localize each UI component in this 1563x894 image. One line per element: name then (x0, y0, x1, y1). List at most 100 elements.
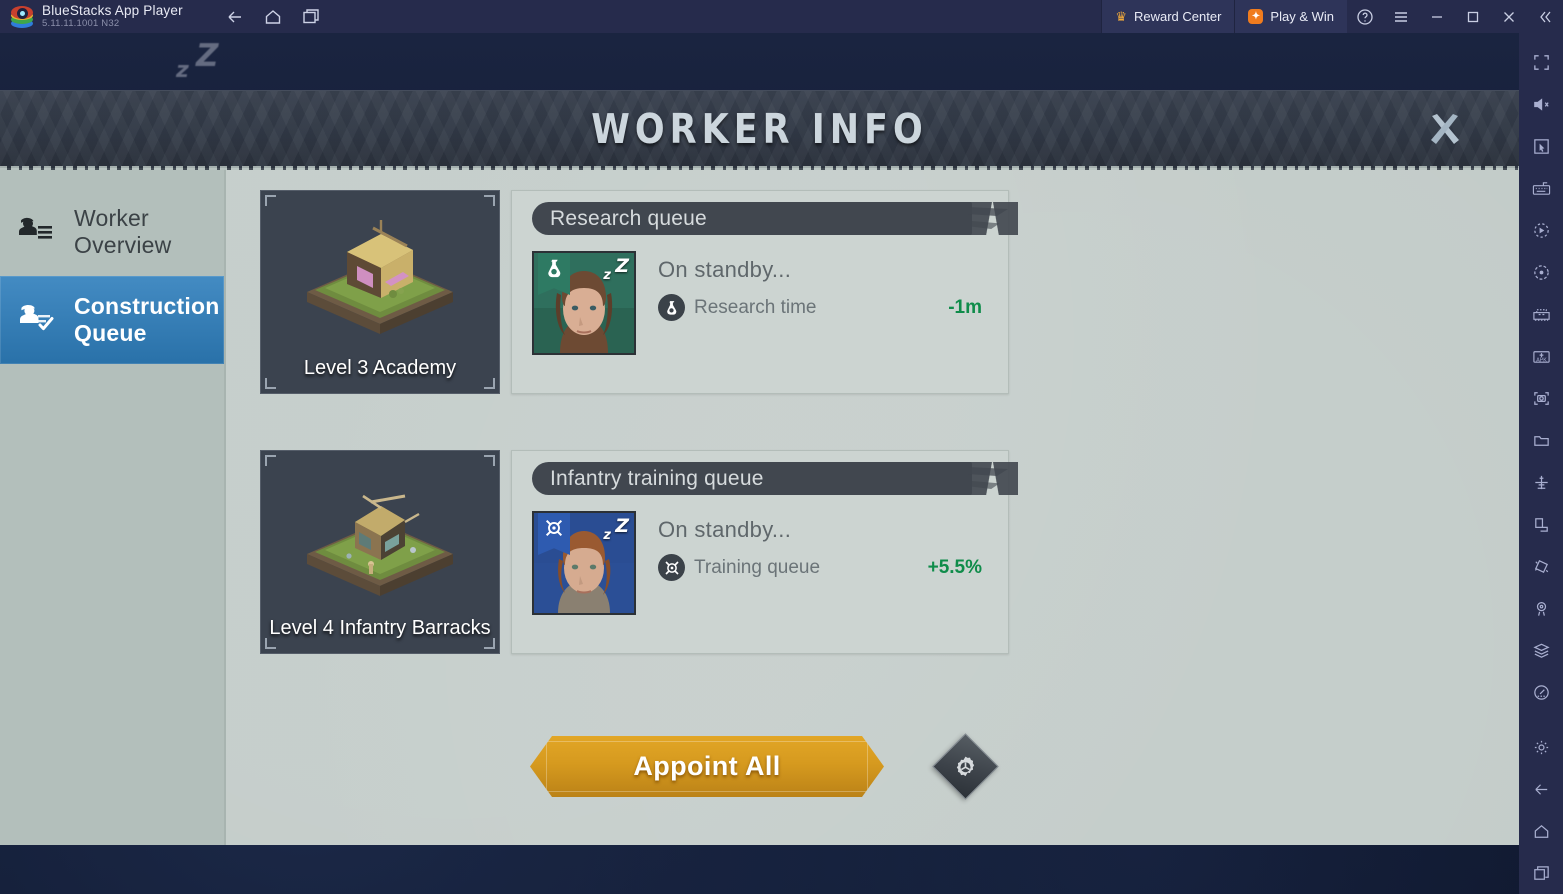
home-button[interactable] (255, 0, 291, 33)
building-card-academy[interactable]: Level 3 Academy (260, 190, 500, 394)
research-flask-glyph (667, 301, 677, 315)
research-flask-icon (548, 259, 561, 278)
svg-text:APK: APK (1536, 357, 1547, 363)
worker-overview-glyph (19, 217, 52, 239)
queue-status: On standby... (658, 517, 792, 542)
panel-sidebar: Worker Overview Construction Queue (0, 168, 226, 845)
panel-content: Level 3 Academy Research queue Z z On st… (226, 168, 1519, 845)
app-title-block: BlueStacks App Player 5.11.11.1001 N32 (42, 3, 183, 30)
close-dialog-button[interactable] (1423, 108, 1467, 152)
bluestacks-logo-icon (11, 5, 33, 28)
trim-memory-button[interactable] (1519, 671, 1563, 713)
queue-title: Infantry training queue (550, 466, 764, 490)
android-home-button[interactable] (1519, 810, 1563, 852)
queue-stat-row: Training queue +5.5% (658, 554, 996, 581)
corner-decoration (484, 638, 495, 649)
sidebar-item-construction-queue[interactable]: Construction Queue (0, 276, 224, 364)
queue-row: Level 3 Academy Research queue Z z On st… (260, 190, 1519, 394)
queue-header-tail (962, 462, 1018, 495)
media-folder-icon (1533, 435, 1549, 446)
worker-overview-icon (14, 209, 60, 255)
recent-apps-icon (1533, 865, 1549, 880)
corner-decoration (484, 378, 495, 389)
queue-stat-label: Research time (694, 296, 817, 318)
fullscreen-icon (1533, 54, 1549, 70)
queue-header: Infantry training queue (532, 462, 1018, 495)
rotate-sync-button[interactable] (1519, 251, 1563, 293)
training-spears-glyph (664, 560, 679, 575)
cursor-pointer-icon (1533, 138, 1549, 154)
fullscreen-button[interactable] (1519, 41, 1563, 83)
back-arrow-icon (228, 11, 241, 22)
location-button[interactable] (1519, 587, 1563, 629)
close-x-icon (1431, 113, 1459, 144)
reward-center-button[interactable]: ♛ Reward Center (1101, 0, 1235, 33)
construction-queue-glyph (20, 304, 54, 331)
training-spears-icon (545, 519, 563, 537)
app-title: BlueStacks App Player (42, 3, 183, 18)
play-win-icon: ✦ (1248, 9, 1264, 24)
back-arrow-icon (1534, 783, 1547, 795)
queue-stat-value: +5.5% (927, 556, 982, 578)
sidebar-item-worker-overview[interactable]: Worker Overview (0, 188, 224, 276)
corner-decoration (265, 638, 276, 649)
shake-button[interactable] (1519, 545, 1563, 587)
help-button[interactable] (1347, 0, 1383, 33)
keyboard-controls-icon (1532, 181, 1550, 195)
building-card-infantry-barracks[interactable]: Level 4 Infantry Barracks (260, 450, 500, 654)
shake-icon (1534, 559, 1548, 573)
corner-decoration (484, 195, 495, 206)
collapse-toolbar-button[interactable] (1527, 0, 1563, 33)
sleep-z-small: z (176, 58, 189, 83)
screen-rotate-button[interactable] (1519, 503, 1563, 545)
infantry-barracks-building-art (285, 466, 475, 606)
trim-memory-icon (1533, 684, 1549, 700)
instance-sync-button[interactable] (1519, 293, 1563, 335)
worker-info-panel: Worker Overview Construction Queue Level… (0, 168, 1519, 845)
minimize-button[interactable] (1419, 0, 1455, 33)
maximize-button[interactable] (1455, 0, 1491, 33)
menu-button[interactable] (1383, 0, 1419, 33)
barracks-art-glyph (307, 494, 453, 596)
queue-title: Research queue (550, 206, 707, 230)
install-apk-icon: APK (1532, 350, 1550, 363)
media-folder-button[interactable] (1519, 419, 1563, 461)
queue-body: Z z On standby... (524, 251, 996, 355)
macro-record-button[interactable] (1519, 209, 1563, 251)
construction-queue-icon (14, 297, 60, 343)
play-and-win-button[interactable]: ✦ Play & Win (1234, 0, 1347, 33)
sidebar-item-label: Worker Overview (74, 205, 172, 258)
queue-info: On standby... Training queue +5.5% (658, 511, 996, 615)
android-recents-button[interactable] (1519, 852, 1563, 894)
queue-status: On standby... (658, 257, 792, 282)
queue-card-research[interactable]: Research queue Z z On standby... Researc… (511, 190, 1018, 394)
instance-manager-button[interactable] (293, 0, 329, 33)
macro-record-icon (1533, 222, 1549, 238)
sleep-z-large: Z (615, 255, 629, 277)
worker-avatar-training[interactable]: Z z (532, 511, 636, 615)
install-apk-button[interactable]: APK (1519, 335, 1563, 377)
cursor-mode-button[interactable] (1519, 125, 1563, 167)
sleep-z-large: Z (196, 38, 219, 74)
close-window-button[interactable] (1491, 0, 1527, 33)
back-button[interactable] (217, 0, 253, 33)
eco-mode-button[interactable] (1519, 461, 1563, 503)
academy-art-glyph (307, 219, 453, 334)
keyboard-controls-button[interactable] (1519, 167, 1563, 209)
bluestacks-settings-button[interactable] (1519, 726, 1563, 768)
queue-card-infantry-training[interactable]: Infantry training queue Z z On standby..… (511, 450, 1018, 654)
mute-volume-icon (1533, 97, 1549, 111)
worker-info-banner: WORKER INFO (0, 90, 1519, 170)
android-back-button[interactable] (1519, 768, 1563, 810)
building-name: Level 4 Infantry Barracks (269, 617, 491, 639)
location-pin-icon (1536, 601, 1546, 616)
home-icon (1534, 824, 1548, 838)
queue-row: Level 4 Infantry Barracks Infantry train… (260, 450, 1519, 654)
layers-icon (1532, 643, 1550, 658)
layers-button[interactable] (1519, 629, 1563, 671)
screenshot-button[interactable] (1519, 377, 1563, 419)
sleep-z-small: z (603, 528, 611, 543)
worker-avatar-research[interactable]: Z z (532, 251, 636, 355)
queue-stat-label: Training queue (694, 556, 821, 578)
mute-button[interactable] (1519, 83, 1563, 125)
